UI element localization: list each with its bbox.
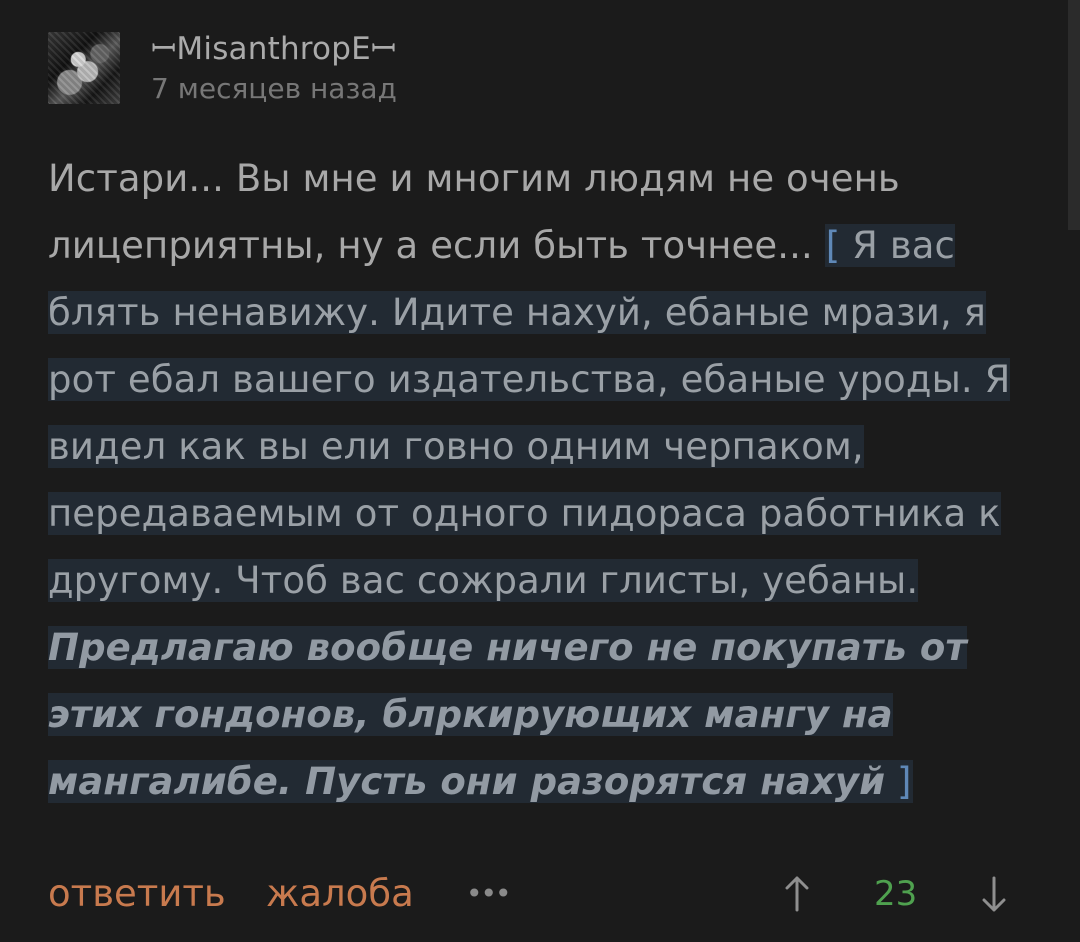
- comment-text: Истари... Вы мне и многим людям не очень…: [48, 157, 900, 267]
- avatar[interactable]: [48, 32, 120, 104]
- comment-actions: ответить жалоба ••• 23: [48, 868, 1028, 920]
- comment-header: ꟷMisanthropEꟷ 7 месяцев назад: [48, 32, 1038, 112]
- spoiler-text: Я вас блять ненавижу. Идите нахуй, ебаны…: [48, 224, 1011, 602]
- reply-button[interactable]: ответить: [48, 868, 226, 920]
- arrow-up-icon[interactable]: [780, 868, 814, 920]
- spoiler-bold-text: Предлагаю вообще ничего не покупать от э…: [48, 626, 967, 803]
- more-horizontal-icon[interactable]: •••: [466, 868, 512, 920]
- report-button[interactable]: жалоба: [266, 868, 414, 920]
- scrollbar[interactable]: [1068, 0, 1080, 230]
- vote-score: 23: [874, 874, 918, 914]
- comment-card: ꟷMisanthropEꟷ 7 месяцев назад Истари... …: [48, 32, 1038, 815]
- spoiler-open-bracket: [: [825, 224, 841, 267]
- comment-body: Истари... Вы мне и многим людям не очень…: [48, 145, 1028, 815]
- username[interactable]: ꟷMisanthropEꟷ: [151, 32, 397, 66]
- spoiler-block[interactable]: [ Я вас блять ненавижу. Идите нахуй, еба…: [48, 224, 1011, 803]
- comment-time: 7 месяцев назад: [151, 72, 397, 105]
- user-info: ꟷMisanthropEꟷ 7 месяцев назад: [151, 32, 397, 104]
- arrow-down-icon[interactable]: [977, 868, 1011, 920]
- spoiler-close-bracket: ]: [897, 760, 912, 803]
